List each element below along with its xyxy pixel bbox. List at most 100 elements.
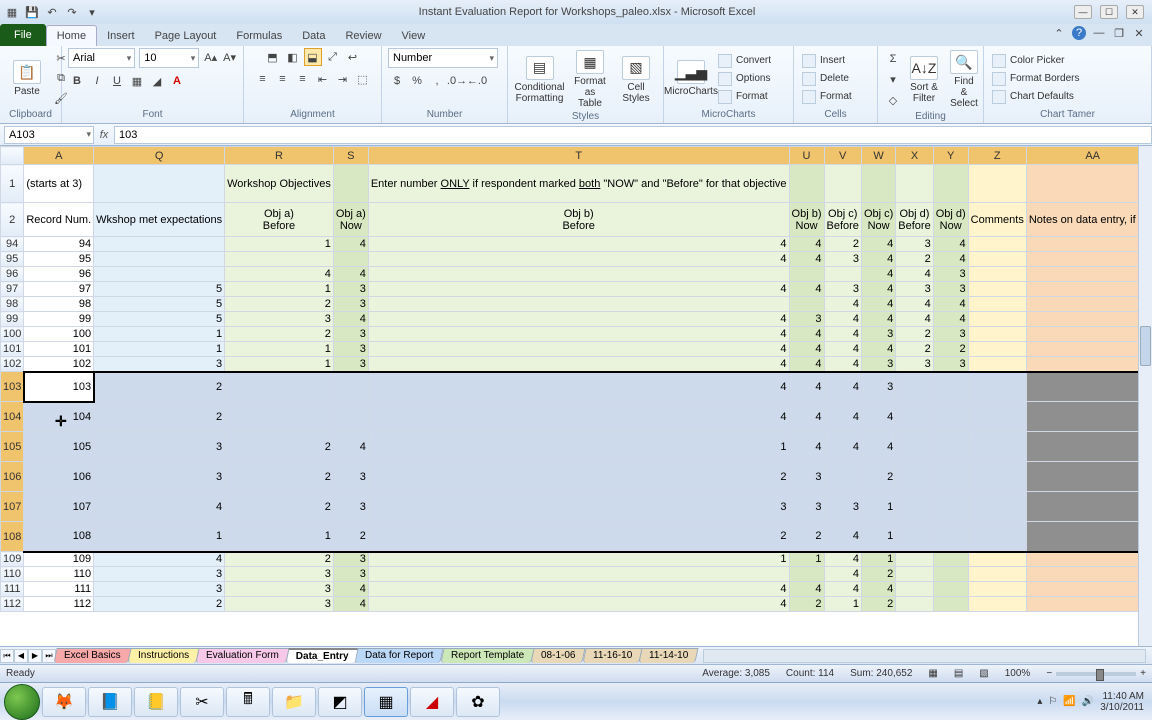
cell-95-Y[interactable]: 4: [933, 252, 968, 267]
cell-112-V[interactable]: 1: [824, 597, 861, 612]
worksheet-grid[interactable]: AQRSTUVWXYZAAABAC1(starts at 3)Workshop …: [0, 146, 1152, 646]
cell-100-T[interactable]: 4: [368, 327, 789, 342]
zoom-level[interactable]: 100%: [1005, 668, 1031, 679]
wrap-text-icon[interactable]: ↩: [344, 48, 362, 66]
cell-103-Y[interactable]: [933, 372, 968, 402]
tab-pagelayout[interactable]: Page Layout: [145, 26, 227, 46]
cell-94-S[interactable]: 4: [333, 237, 368, 252]
cell-111-A[interactable]: 111: [24, 582, 94, 597]
cell-105-A[interactable]: 105: [24, 432, 94, 462]
cell-105-U[interactable]: 4: [789, 432, 824, 462]
currency-icon[interactable]: $: [388, 72, 406, 90]
cell-105-V[interactable]: 4: [824, 432, 861, 462]
cell-1-AA[interactable]: [1026, 165, 1152, 203]
cell-108-Q[interactable]: 1: [94, 522, 225, 552]
col-header-Z[interactable]: Z: [968, 147, 1026, 165]
cell-100-R[interactable]: 2: [225, 327, 334, 342]
cell-2-T[interactable]: Obj b)Before: [368, 203, 789, 237]
cell-95-R[interactable]: [225, 252, 334, 267]
options-button[interactable]: Options: [716, 71, 796, 87]
vertical-scrollbar[interactable]: [1138, 146, 1152, 646]
select-all-corner[interactable]: [1, 147, 24, 165]
cell-110-T[interactable]: [368, 567, 789, 582]
cell-106-U[interactable]: 3: [789, 462, 824, 492]
col-header-Y[interactable]: Y: [933, 147, 968, 165]
cell-2-A[interactable]: Record Num.: [24, 203, 94, 237]
cell-112-A[interactable]: 112: [24, 597, 94, 612]
name-box[interactable]: A103: [4, 126, 94, 144]
cell-104-T[interactable]: 4: [368, 402, 789, 432]
cell-2-W[interactable]: Obj c)Now: [861, 203, 895, 237]
cell-112-Z[interactable]: [968, 597, 1026, 612]
cell-107-V[interactable]: 3: [824, 492, 861, 522]
col-header-AA[interactable]: AA: [1026, 147, 1152, 165]
cell-99-V[interactable]: 4: [824, 312, 861, 327]
insert-cells-button[interactable]: Insert: [800, 53, 880, 69]
find-select-button[interactable]: 🔍Find & Select: [946, 48, 982, 111]
cell-99-Q[interactable]: 5: [94, 312, 225, 327]
font-name-combo[interactable]: Arial: [68, 48, 135, 68]
sheet-nav-first-icon[interactable]: ⏮: [0, 649, 14, 663]
zoom-slider[interactable]: −+: [1046, 668, 1146, 679]
font-color-icon[interactable]: A: [168, 72, 186, 90]
cell-106-Q[interactable]: 3: [94, 462, 225, 492]
cell-101-Q[interactable]: 1: [94, 342, 225, 357]
cell-107-Z[interactable]: [968, 492, 1026, 522]
delete-cells-button[interactable]: Delete: [800, 71, 880, 87]
cell-106-S[interactable]: 3: [333, 462, 368, 492]
format-cells-button[interactable]: Format: [800, 89, 880, 105]
percent-icon[interactable]: %: [408, 72, 426, 90]
cell-104-Q[interactable]: 2: [94, 402, 225, 432]
minimize-ribbon-icon[interactable]: ⌃: [1052, 26, 1066, 40]
cell-107-S[interactable]: 3: [333, 492, 368, 522]
cell-97-AA[interactable]: [1026, 282, 1152, 297]
cell-96-W[interactable]: 4: [861, 267, 895, 282]
cell-1-V[interactable]: [824, 165, 861, 203]
cell-101-A[interactable]: 101: [24, 342, 94, 357]
cell-99-W[interactable]: 4: [861, 312, 895, 327]
cell-98-Z[interactable]: [968, 297, 1026, 312]
cell-102-R[interactable]: 1: [225, 357, 334, 372]
cell-99-U[interactable]: 3: [789, 312, 824, 327]
shrink-font-icon[interactable]: A▾: [222, 48, 237, 66]
cell-98-A[interactable]: 98: [24, 297, 94, 312]
cell-102-X[interactable]: 3: [896, 357, 933, 372]
cell-110-Y[interactable]: [933, 567, 968, 582]
sheet-nav-next-icon[interactable]: ▶: [28, 649, 42, 663]
cell-111-Z[interactable]: [968, 582, 1026, 597]
fx-icon[interactable]: fx: [94, 129, 114, 141]
cell-103-Q[interactable]: 2: [94, 372, 225, 402]
cell-111-W[interactable]: 4: [861, 582, 895, 597]
cell-96-Y[interactable]: 3: [933, 267, 968, 282]
cell-104-A[interactable]: 104: [24, 402, 94, 432]
cell-112-AA[interactable]: [1026, 597, 1152, 612]
cell-102-Z[interactable]: [968, 357, 1026, 372]
cell-110-A[interactable]: 110: [24, 567, 94, 582]
tab-file[interactable]: File: [0, 24, 46, 46]
autosum-icon[interactable]: Σ: [884, 50, 902, 68]
cell-94-U[interactable]: 4: [789, 237, 824, 252]
cell-2-X[interactable]: Obj d)Before: [896, 203, 933, 237]
cell-109-V[interactable]: 4: [824, 552, 861, 567]
undo-icon[interactable]: ↶: [44, 4, 60, 20]
cell-100-Q[interactable]: 1: [94, 327, 225, 342]
bold-button[interactable]: B: [68, 72, 86, 90]
format-borders-button[interactable]: Format Borders: [990, 71, 1081, 87]
cell-106-T[interactable]: 2: [368, 462, 789, 492]
cell-1-T[interactable]: Enter number ONLY if respondent marked b…: [368, 165, 789, 203]
cell-101-U[interactable]: 4: [789, 342, 824, 357]
cell-104-W[interactable]: 4: [861, 402, 895, 432]
save-icon[interactable]: 💾: [24, 4, 40, 20]
underline-button[interactable]: U: [108, 72, 126, 90]
cell-101-S[interactable]: 3: [333, 342, 368, 357]
sheet-tab-11-16-10[interactable]: 11-16-10: [582, 648, 642, 663]
cell-106-W[interactable]: 2: [861, 462, 895, 492]
cell-107-T[interactable]: 3: [368, 492, 789, 522]
cell-103-S[interactable]: [333, 372, 368, 402]
row-header-99[interactable]: 99: [1, 312, 24, 327]
row-header-103[interactable]: 103: [1, 372, 24, 402]
cell-110-S[interactable]: 3: [333, 567, 368, 582]
taskbar-app-generic[interactable]: ◩: [318, 687, 362, 717]
tab-review[interactable]: Review: [335, 26, 391, 46]
workbook-restore-icon[interactable]: ❐: [1112, 26, 1126, 40]
